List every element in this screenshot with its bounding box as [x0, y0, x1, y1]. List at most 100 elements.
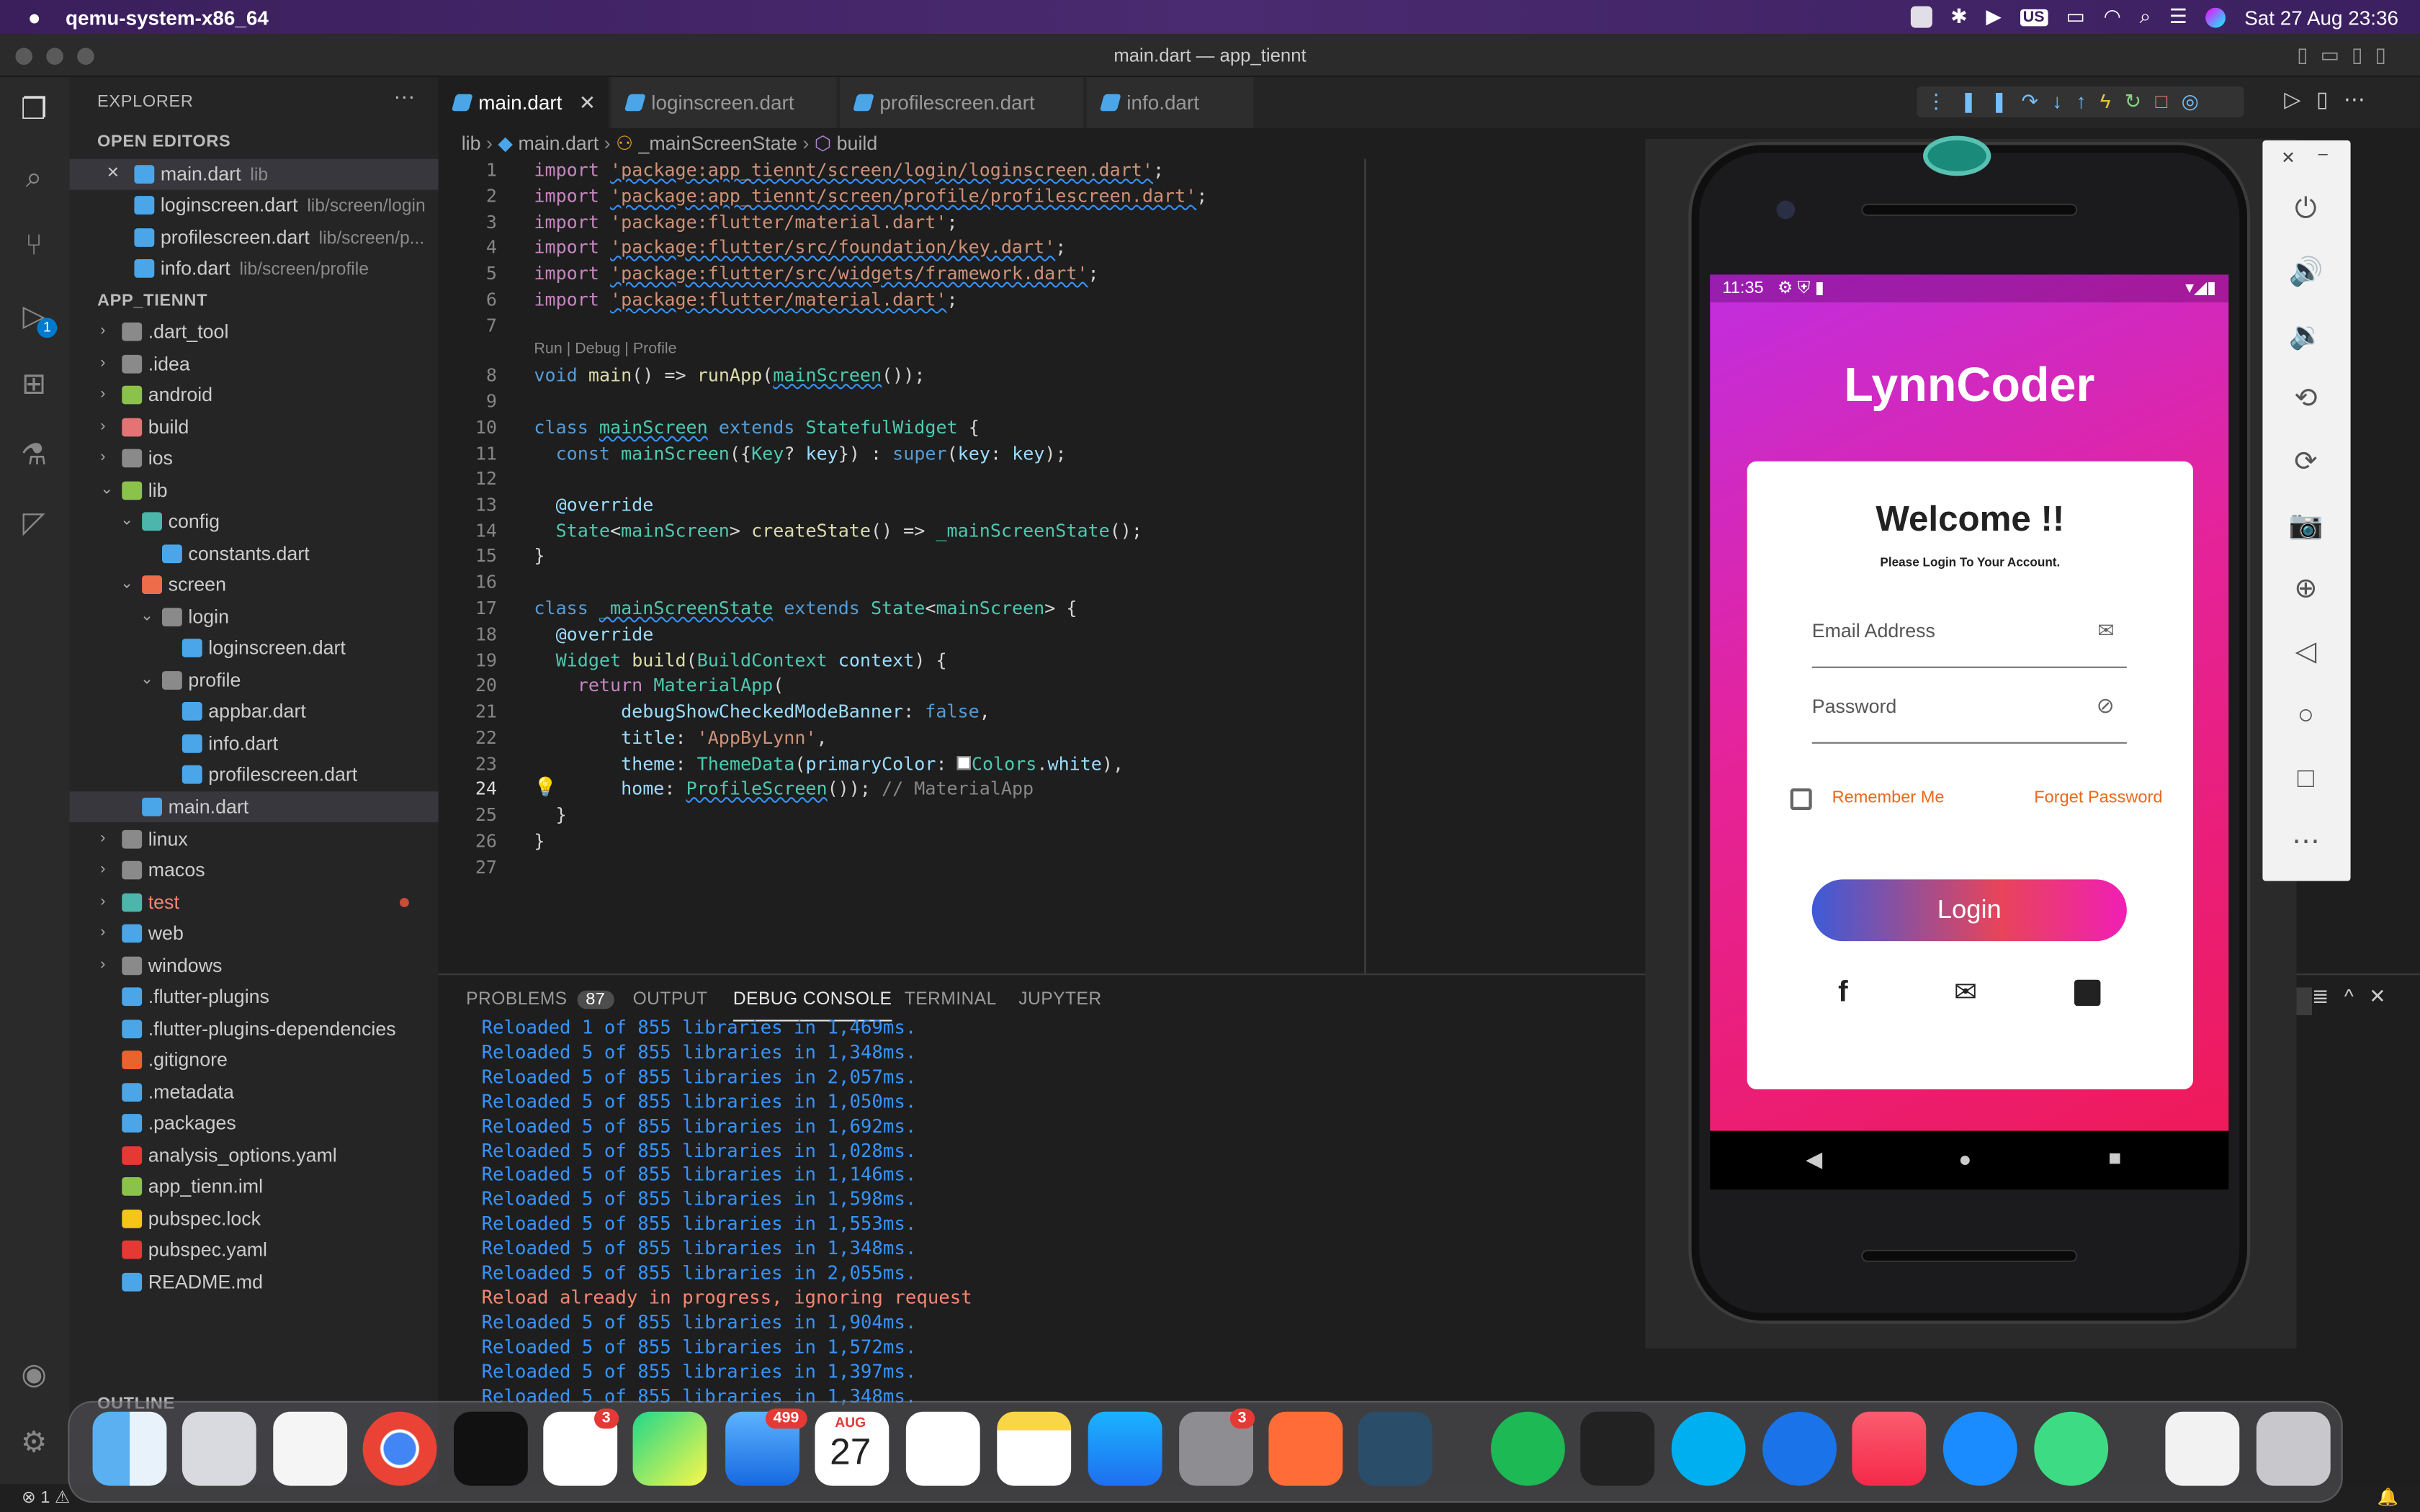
notifications-icon[interactable]: 🔔 [2378, 1484, 2398, 1512]
tree-file[interactable]: README.md [69, 1266, 438, 1297]
tree-folder[interactable]: › test [69, 887, 438, 918]
flutter-icon[interactable]: ◸ [15, 506, 52, 543]
problems-status[interactable]: ⊗ 1 ⚠ [22, 1489, 70, 1508]
remember-me-label[interactable]: Remember Me [1832, 788, 1945, 807]
tree-file[interactable]: app_tienn.iml [69, 1171, 438, 1202]
tree-folder[interactable]: ⌄ lib [69, 475, 438, 506]
xcode-icon[interactable] [1942, 1411, 2017, 1486]
volume-up-icon[interactable]: 🔊 [2289, 255, 2323, 289]
tab-debug-console[interactable]: DEBUG CONSOLE [732, 991, 892, 1022]
tree-folder[interactable]: › android [69, 379, 438, 410]
tab-output[interactable]: OUTPUT [633, 991, 708, 1009]
tree-file[interactable]: loginscreen.dart [69, 633, 438, 664]
power-icon[interactable]: ⏻ [2289, 192, 2323, 225]
tab-main-dart[interactable]: main.dart ✕ [438, 77, 609, 128]
overview-icon[interactable]: □ [2289, 760, 2323, 794]
login-button[interactable]: Login [1811, 879, 2127, 942]
tree-file[interactable]: analysis_options.yaml [69, 1140, 438, 1171]
more-icon[interactable]: ⋯ [2289, 824, 2323, 858]
close-tab-icon[interactable]: ✕ [579, 77, 596, 128]
tree-file[interactable]: .packages [69, 1108, 438, 1139]
android-studio-icon[interactable] [2034, 1411, 2109, 1486]
tree-file[interactable]: .gitignore [69, 1045, 438, 1076]
overview-icon[interactable]: ■ [2108, 1145, 2121, 1169]
tree-folder[interactable]: › .dart_tool [69, 316, 438, 347]
panel-actions[interactable]: ≣^✕ [2312, 984, 2401, 1009]
launchpad-icon[interactable] [182, 1411, 256, 1486]
lightbulb-icon[interactable]: 💡 [534, 776, 557, 798]
zoom-window-button[interactable] [77, 48, 94, 65]
account-icon[interactable]: ◉ [15, 1358, 52, 1395]
tab-problems[interactable]: PROBLEMS 87 [466, 990, 615, 1009]
tree-file[interactable]: .flutter-plugins [69, 981, 438, 1012]
wifi-icon[interactable]: ◠ [2104, 4, 2121, 29]
tree-file[interactable]: pubspec.yaml [69, 1234, 438, 1265]
clock[interactable]: Sat 27 Aug 23:36 [2244, 6, 2398, 29]
open-editors-header[interactable]: OPEN EDITORS [97, 132, 230, 151]
tree-folder[interactable]: › linux [69, 824, 438, 855]
more-actions-icon[interactable]: ··· [393, 84, 415, 108]
tree-folder[interactable]: › windows [69, 950, 438, 981]
minimize-emulator-icon[interactable]: – [2318, 145, 2328, 163]
forget-password-link[interactable]: Forget Password [2034, 788, 2162, 807]
back-icon[interactable]: ◀ [1806, 1146, 1822, 1172]
tree-folder[interactable]: › build [69, 412, 438, 443]
tab-loginscreen[interactable]: loginscreen.dart [611, 77, 837, 128]
document-icon[interactable] [2165, 1411, 2240, 1486]
home-icon[interactable]: ● [1958, 1146, 1971, 1171]
control-center-icon[interactable]: ☰ [2169, 4, 2187, 29]
status-icon[interactable] [1910, 6, 1932, 28]
tree-file[interactable]: .metadata [69, 1077, 438, 1108]
tab-info[interactable]: info.dart [1086, 77, 1253, 128]
tree-folder[interactable]: ⌄ login [69, 602, 438, 633]
code-editor[interactable]: 1 2 3 4 5 6 7 8 9 10 11 12 13 14 15 16 17 18 19 20 21 22 23 24 2… [439, 159, 1642, 973]
siri-icon[interactable] [2205, 6, 2226, 27]
tree-folder[interactable]: ⌄ config [69, 506, 438, 537]
input-source[interactable]: US [2020, 8, 2048, 26]
twitter-icon[interactable] [2074, 979, 2101, 1007]
tab-terminal[interactable]: TERMINAL [905, 991, 997, 1009]
camera-icon[interactable]: 📷 [2289, 508, 2323, 541]
notes-icon[interactable] [997, 1411, 1072, 1486]
close-window-button[interactable] [15, 48, 32, 65]
finder-icon[interactable] [92, 1411, 167, 1486]
music-icon[interactable] [1852, 1411, 1927, 1486]
codelens[interactable]: Run | Debug | Profile [534, 341, 676, 359]
battery-icon[interactable]: ▭ [2066, 4, 2085, 29]
rotate-right-icon[interactable]: ⟳ [2289, 444, 2323, 478]
spotify-icon[interactable] [1491, 1411, 1565, 1486]
play-icon[interactable]: ▶ [1986, 4, 2001, 29]
breadcrumb[interactable]: lib › ◆ main.dart › ⚇ _mainScreenState ›… [439, 128, 1642, 159]
run-debug-icon[interactable]: ▷ 1 [15, 300, 58, 338]
chrome-icon[interactable] [362, 1411, 437, 1486]
tree-file[interactable]: constants.dart [69, 539, 438, 570]
tree-folder[interactable]: › ios [69, 443, 438, 474]
email-icon[interactable]: ✉ [1954, 976, 1977, 1009]
home-icon[interactable]: ○ [2289, 698, 2323, 732]
tree-file[interactable]: profilescreen.dart [69, 759, 438, 790]
email-field[interactable]: Email Address ✉ [1811, 613, 2127, 668]
remember-me-checkbox[interactable] [1790, 788, 1812, 810]
appstore-icon[interactable] [1088, 1411, 1162, 1486]
postman-icon[interactable] [1268, 1411, 1343, 1486]
vpn-icon[interactable] [1762, 1411, 1837, 1486]
tree-file[interactable]: .flutter-plugins-dependencies [69, 1014, 438, 1045]
facebook-icon[interactable]: f [1838, 976, 1848, 1010]
tree-file[interactable]: appbar.dart [69, 696, 438, 726]
volume-down-icon[interactable]: 🔉 [2289, 318, 2323, 351]
tab-profilescreen[interactable]: profilescreen.dart [839, 77, 1084, 128]
tree-folder[interactable]: ⌄ screen [69, 570, 438, 600]
skype-icon[interactable] [1671, 1411, 1746, 1486]
tab-jupyter[interactable]: JUPYTER [1018, 991, 1101, 1009]
bluetooth-icon[interactable]: ✱ [1950, 4, 1967, 29]
mysql-workbench-icon[interactable] [1358, 1411, 1433, 1486]
extensions-icon[interactable]: ⊞ [15, 367, 52, 404]
run-split-icons[interactable]: ▷▯⋯ [2284, 86, 2380, 112]
open-editor-item[interactable]: profilescreen.dart lib/screen/p... [69, 222, 438, 253]
tree-file[interactable]: pubspec.lock [69, 1203, 438, 1234]
open-editor-item[interactable]: loginscreen.dart lib/screen/login [69, 190, 438, 221]
zoom-icon[interactable]: ⊕ [2289, 571, 2323, 605]
tree-file[interactable]: info.dart [69, 728, 438, 759]
debug-toolbar[interactable]: ⋮❚❚↷↓↑ϟ↻□◎ [1917, 86, 2244, 117]
layout-icons[interactable]: ▯▭▯▯ [2297, 34, 2398, 77]
